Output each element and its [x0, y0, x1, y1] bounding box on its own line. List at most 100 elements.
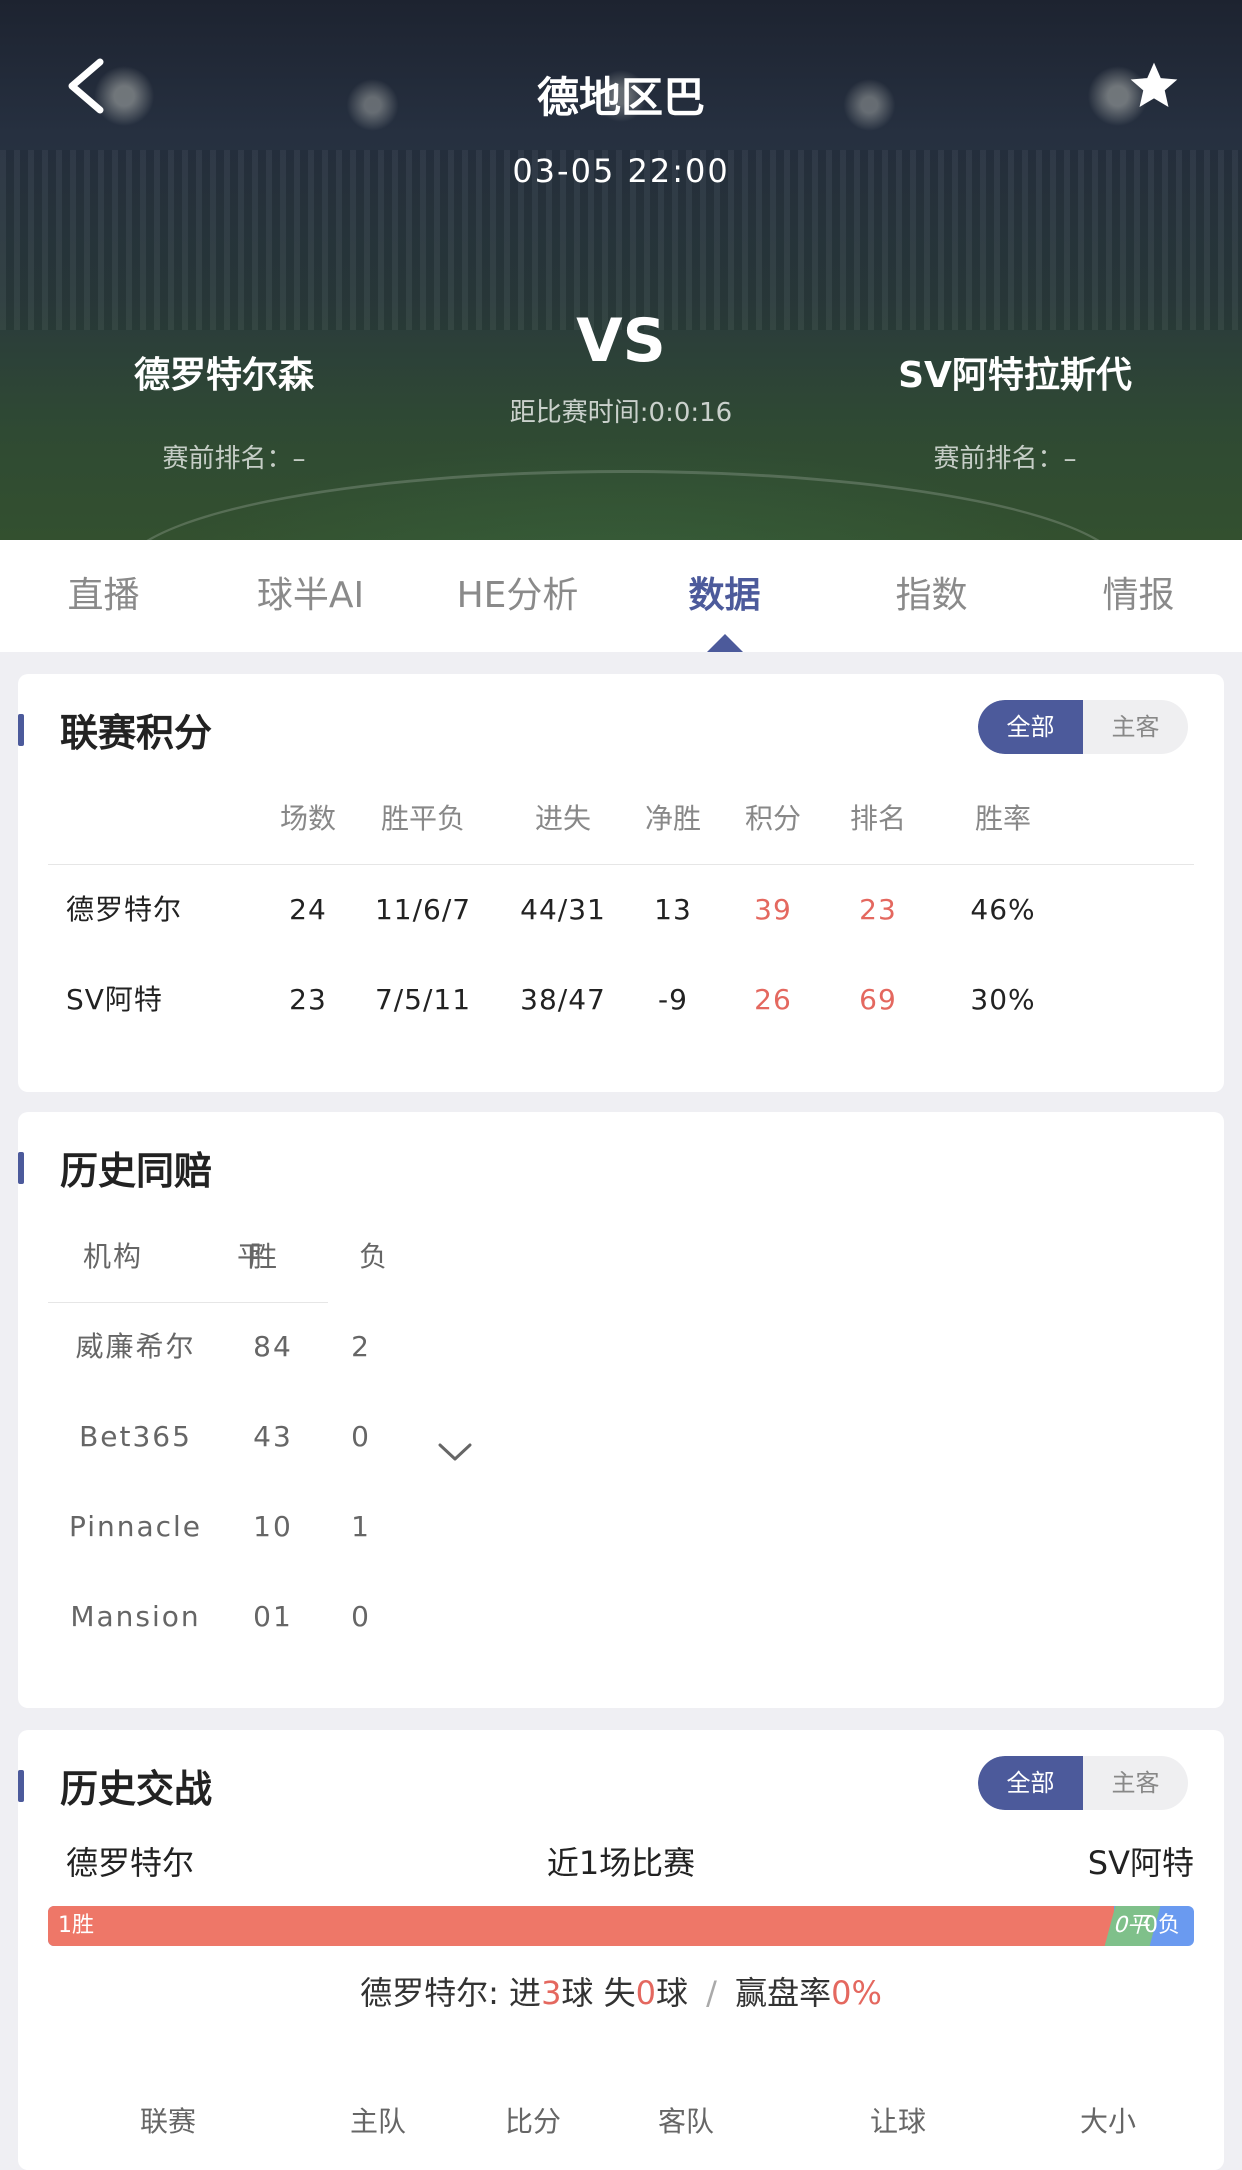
table-row[interactable]: 威廉希尔 84 2: [48, 1302, 448, 1392]
team-name: 德罗特尔: [66, 893, 183, 926]
toggle-home-away[interactable]: 主客: [1083, 1756, 1188, 1810]
org-name: Mansion: [70, 1600, 201, 1633]
win-draw: 84: [253, 1330, 293, 1363]
gf-ga: 44/31: [520, 893, 606, 926]
tab-label: 直播: [67, 575, 140, 616]
away-team: SV阿特: [1087, 1844, 1194, 1882]
rank: 23: [859, 893, 897, 926]
col-win-rate: 胜率: [974, 802, 1031, 835]
match-datetime: 03-05 22:00: [512, 152, 730, 190]
col-gf-ga: 进失: [534, 802, 591, 835]
col-points: 积分: [744, 802, 801, 835]
section-title: 历史同赔: [60, 1149, 213, 1193]
points: 39: [754, 893, 792, 926]
summary-label: 球: [561, 1974, 594, 2012]
table-row[interactable]: Pinnacle 10 1: [48, 1482, 448, 1572]
home-rank: 赛前排名：–: [162, 444, 306, 474]
cover-rate: 0%: [831, 1974, 882, 2012]
col-score: 比分: [504, 2105, 561, 2138]
section-title: 联赛积分: [60, 711, 213, 755]
win-draw: 43: [253, 1420, 293, 1453]
win-rate: 46%: [970, 893, 1036, 926]
org-name: Pinnacle: [68, 1510, 203, 1543]
team-name: SV阿特: [66, 983, 163, 1016]
win-draw: 10: [253, 1510, 293, 1543]
active-tab-indicator: [706, 634, 743, 652]
table-header: 场数 胜平负 进失 净胜 积分 排名 胜率: [48, 774, 1194, 865]
win-segment: 1胜: [48, 1906, 1114, 1946]
league-title: 德地区巴: [536, 73, 705, 122]
h2h-toggle: 全部 主客: [978, 1756, 1188, 1810]
table-row[interactable]: SV阿特 23 7/5/11 38/47 -9 26 69 30%: [48, 955, 1194, 1045]
played: 24: [289, 893, 327, 926]
away-rank: 赛前排名：–: [933, 444, 1077, 474]
away-team-name[interactable]: SV阿特拉斯代: [815, 346, 1215, 398]
tab-bar: 直播 球半AI HE分析 数据 指数 情报: [0, 540, 1242, 652]
toggle-home-away[interactable]: 主客: [1083, 700, 1188, 754]
tab-label: HE分析: [456, 575, 579, 616]
tab-analysis[interactable]: HE分析: [414, 540, 621, 652]
section-accent: [18, 1770, 24, 1802]
gd: 13: [654, 893, 692, 926]
col-handicap: 让球: [869, 2105, 926, 2138]
table-row[interactable]: 德罗特尔 24 11/6/7 44/31 13 39 23 46%: [48, 865, 1194, 955]
win-draw: 01: [253, 1600, 293, 1633]
col-wdl: 胜平负: [380, 802, 465, 835]
goals-against: 0: [635, 1974, 656, 2012]
table-row[interactable]: Bet365 43 0: [48, 1392, 448, 1482]
goals-for: 3: [541, 1974, 562, 2012]
tab-data[interactable]: 数据: [621, 540, 828, 652]
org-name: Bet365: [79, 1420, 192, 1453]
col-gd: 净胜: [644, 802, 701, 835]
h2h-teams: 德罗特尔 近1场比赛 SV阿特: [48, 1830, 1194, 1890]
tab-label: 情报: [1102, 575, 1175, 616]
toggle-all[interactable]: 全部: [978, 1756, 1083, 1810]
col-loss: 负: [358, 1240, 389, 1273]
toggle-all[interactable]: 全部: [978, 700, 1083, 754]
col-away: 客队: [657, 2105, 714, 2138]
tab-ai[interactable]: 球半AI: [207, 540, 414, 652]
loss: 1: [351, 1510, 371, 1543]
league-standings-card: 联赛积分 全部 主客 场数 胜平负 进失 净胜 积分 排名 胜率 德罗特尔 24…: [18, 674, 1224, 1092]
h2h-summary: 德罗特尔: 进3球 失0球 / 赢盘率0%: [18, 1968, 1224, 2014]
summary-label: 失: [603, 1974, 636, 2012]
col-org: 机构: [82, 1240, 143, 1273]
gd: -9: [658, 983, 688, 1016]
section-accent: [18, 1152, 24, 1184]
tab-intel[interactable]: 情报: [1035, 540, 1242, 652]
pitch-line: [120, 470, 1126, 540]
match-list-header: 联赛 主队 比分 客队 让球 大小: [48, 2100, 1194, 2160]
section-accent: [18, 714, 24, 746]
section-title: 历史交战: [60, 1767, 213, 1811]
summary-label: 赢盘率: [735, 1974, 832, 2012]
rank: 69: [859, 983, 897, 1016]
wdl: 11/6/7: [374, 893, 472, 926]
tab-label: 球半AI: [256, 575, 365, 616]
same-odds-card: 历史同赔 机构 胜 平 负 威廉希尔 84 2 Bet365 43 0 Pinn…: [18, 1112, 1224, 1708]
loss: 2: [351, 1330, 371, 1363]
match-header: 德地区巴 03-05 22:00 德罗特尔森 VS SV阿特拉斯代 距比赛时间:…: [0, 0, 1242, 540]
wdl: 7/5/11: [374, 983, 472, 1016]
loss: 0: [351, 1600, 371, 1633]
col-draw: 平: [236, 1240, 267, 1273]
col-rank: 排名: [849, 802, 906, 835]
separator: /: [706, 1974, 717, 2012]
col-played: 场数: [279, 802, 336, 835]
win-rate: 30%: [970, 983, 1036, 1016]
gf-ga: 38/47: [520, 983, 606, 1016]
odds-table-header: 机构 胜 平 负: [48, 1212, 387, 1303]
countdown-text: 距比赛时间:0:0:16: [509, 398, 733, 428]
played: 23: [289, 983, 327, 1016]
tab-label: 指数: [895, 575, 968, 616]
summary-team: 德罗特尔:: [360, 1974, 499, 2012]
tab-index[interactable]: 指数: [828, 540, 1035, 652]
summary-label: 球: [655, 1974, 688, 2012]
head-to-head-card: 历史交战 全部 主客 德罗特尔 近1场比赛 SV阿特 1胜 0平 0负 德罗特尔…: [18, 1730, 1224, 2170]
tab-live[interactable]: 直播: [0, 540, 207, 652]
col-league: 联赛: [139, 2105, 196, 2138]
standings-toggle: 全部 主客: [978, 700, 1188, 754]
table-row[interactable]: Mansion 01 0: [48, 1572, 448, 1662]
expand-button[interactable]: [438, 1435, 472, 1469]
standings-table: 场数 胜平负 进失 净胜 积分 排名 胜率 德罗特尔 24 11/6/7 44/…: [48, 774, 1194, 1045]
summary-label: 进: [509, 1974, 542, 2012]
